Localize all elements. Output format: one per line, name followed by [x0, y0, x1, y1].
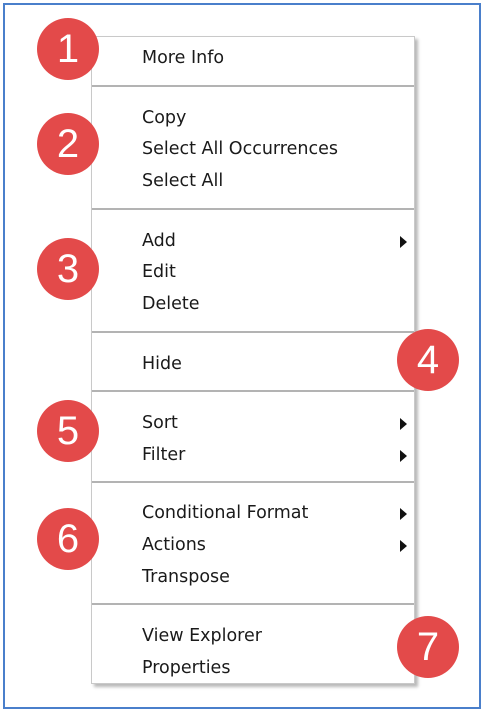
menu-item-label: Filter	[142, 445, 186, 465]
menu-item-sort[interactable]: Sort	[142, 408, 414, 438]
submenu-arrow-icon	[400, 508, 407, 520]
callout-badge-6: 6	[37, 508, 99, 570]
callout-badge-1: 1	[37, 18, 99, 80]
menu-separator	[92, 481, 414, 483]
callout-badge-5: 5	[37, 400, 99, 462]
menu-item-label: Hide	[142, 354, 182, 374]
menu-item-label: View Explorer	[142, 626, 262, 646]
callout-badge-4: 4	[397, 329, 459, 391]
menu-separator	[92, 208, 414, 210]
menu-item-label: Select All	[142, 171, 224, 191]
menu-item-select-all[interactable]: Select All	[142, 166, 414, 196]
menu-item-label: Sort	[142, 413, 178, 433]
menu-item-filter[interactable]: Filter	[142, 440, 414, 470]
menu-item-actions[interactable]: Actions	[142, 530, 414, 560]
menu-item-copy[interactable]: Copy	[142, 103, 414, 133]
menu-separator	[92, 331, 414, 333]
submenu-arrow-icon	[400, 236, 407, 248]
submenu-arrow-icon	[400, 418, 407, 430]
menu-item-hide[interactable]: Hide	[142, 349, 414, 379]
menu-item-label: Copy	[142, 108, 187, 128]
menu-item-label: Conditional Format	[142, 503, 309, 523]
menu-item-label: Transpose	[142, 567, 230, 587]
callout-badge-2: 2	[37, 113, 99, 175]
callout-badge-3: 3	[37, 238, 99, 300]
menu-item-properties[interactable]: Properties	[142, 653, 414, 683]
menu-separator	[92, 603, 414, 605]
menu-item-view-explorer[interactable]: View Explorer	[142, 621, 414, 651]
menu-item-label: Delete	[142, 294, 200, 314]
context-menu: More Info Copy Select All Occurrences Se…	[91, 36, 415, 684]
submenu-arrow-icon	[400, 540, 407, 552]
menu-item-label: More Info	[142, 48, 225, 68]
menu-item-label: Add	[142, 231, 176, 251]
submenu-arrow-icon	[400, 450, 407, 462]
callout-badge-7: 7	[397, 616, 459, 678]
menu-item-conditional-format[interactable]: Conditional Format	[142, 498, 414, 528]
menu-item-label: Actions	[142, 535, 206, 555]
menu-item-label: Select All Occurrences	[142, 139, 338, 159]
menu-item-label: Edit	[142, 262, 176, 282]
menu-item-more-info[interactable]: More Info	[142, 43, 414, 73]
menu-item-delete[interactable]: Delete	[142, 289, 414, 319]
menu-item-add[interactable]: Add	[142, 226, 414, 256]
menu-separator	[92, 85, 414, 87]
menu-item-select-all-occurrences[interactable]: Select All Occurrences	[142, 134, 414, 164]
menu-item-transpose[interactable]: Transpose	[142, 562, 414, 592]
menu-item-edit[interactable]: Edit	[142, 257, 414, 287]
menu-item-label: Properties	[142, 658, 231, 678]
menu-separator	[92, 390, 414, 392]
